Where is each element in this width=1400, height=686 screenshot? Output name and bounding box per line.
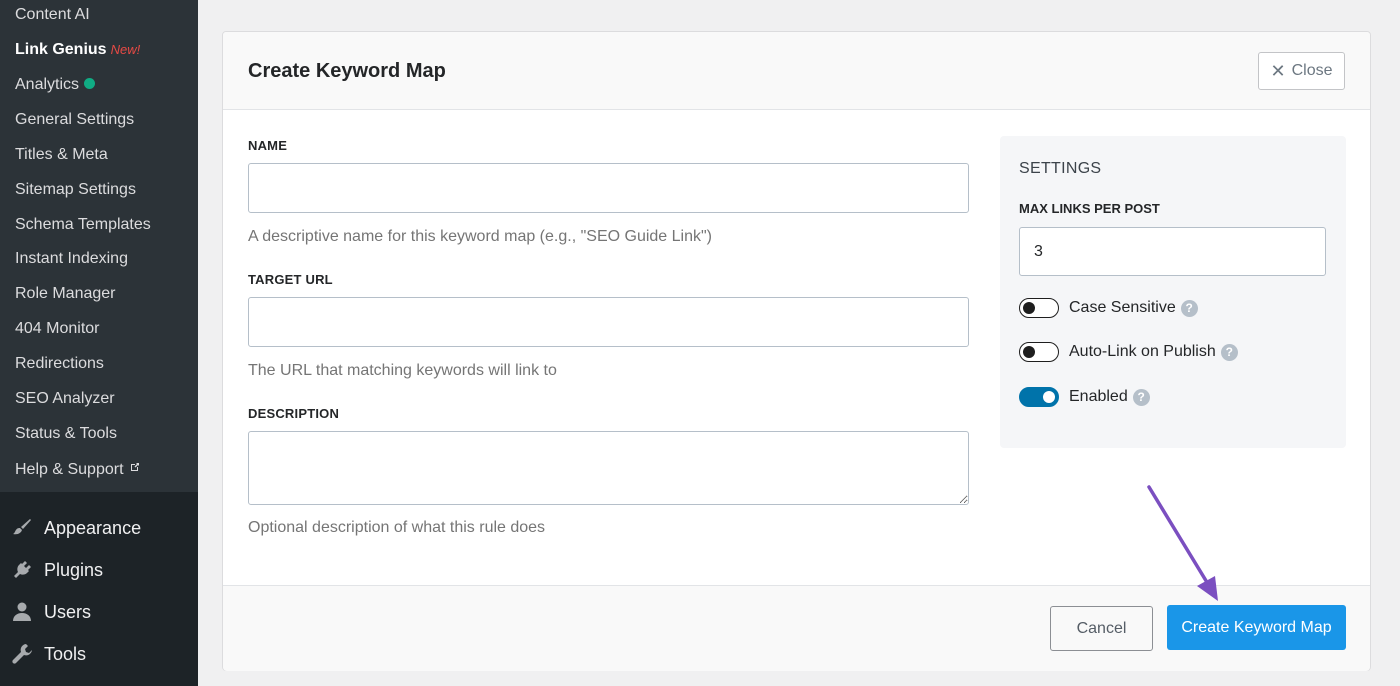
settings-title: SETTINGS — [1019, 160, 1102, 177]
auto-link-toggle[interactable] — [1019, 342, 1059, 362]
case-sensitive-row: Case Sensitive ? — [1019, 297, 1198, 319]
submenu-item-instant-indexing[interactable]: Instant Indexing — [15, 249, 128, 269]
submenu-item-redirections[interactable]: Redirections — [15, 354, 104, 374]
user-icon — [10, 600, 34, 624]
auto-link-label: Auto-Link on Publish — [1069, 343, 1216, 360]
submenu-item-help-support[interactable]: Help & Support — [15, 459, 141, 480]
menu-item-plugins[interactable]: Plugins — [0, 550, 198, 590]
toggle-knob — [1023, 346, 1035, 358]
auto-link-row: Auto-Link on Publish ? — [1019, 341, 1238, 363]
submenu-item-content-ai[interactable]: Content AI — [15, 5, 90, 25]
menu-item-appearance[interactable]: Appearance — [0, 508, 198, 548]
external-link-icon — [129, 459, 141, 479]
submenu-item-schema-templates[interactable]: Schema Templates — [15, 215, 151, 235]
description-label: DESCRIPTION — [248, 406, 340, 421]
case-sensitive-toggle[interactable] — [1019, 298, 1059, 318]
close-button[interactable]: ✕ Close — [1258, 52, 1345, 90]
menu-item-users[interactable]: Users — [0, 592, 198, 632]
help-icon[interactable]: ? — [1132, 388, 1150, 406]
help-icon[interactable]: ? — [1220, 343, 1238, 361]
cancel-button[interactable]: Cancel — [1050, 606, 1153, 651]
submenu-item-sitemap-settings[interactable]: Sitemap Settings — [15, 180, 136, 200]
close-icon: ✕ — [1270, 61, 1286, 81]
description-textarea[interactable] — [248, 431, 969, 505]
create-keyword-map-modal: Create Keyword Map ✕ Close NAME A descri… — [222, 31, 1371, 671]
submenu-item-titles-meta[interactable]: Titles & Meta — [15, 145, 108, 165]
max-links-input[interactable] — [1019, 227, 1326, 276]
enabled-label: Enabled — [1069, 388, 1128, 405]
modal-header: Create Keyword Map ✕ Close — [223, 32, 1370, 110]
enabled-row: Enabled ? — [1019, 386, 1150, 408]
plug-icon — [10, 558, 34, 582]
name-label: NAME — [248, 138, 288, 153]
toggle-knob — [1043, 391, 1055, 403]
submenu-item-seo-analyzer[interactable]: SEO Analyzer — [15, 389, 115, 409]
status-dot-icon — [84, 78, 96, 89]
target-url-label: TARGET URL — [248, 272, 333, 287]
modal-footer: Cancel Create Keyword Map — [223, 585, 1370, 671]
name-help-text: A descriptive name for this keyword map … — [248, 228, 712, 245]
create-keyword-map-button[interactable]: Create Keyword Map — [1167, 605, 1346, 650]
target-url-help-text: The URL that matching keywords will link… — [248, 362, 557, 379]
name-input[interactable] — [248, 163, 969, 213]
menu-item-tools[interactable]: Tools — [0, 634, 198, 674]
toggle-knob — [1023, 302, 1035, 314]
help-icon[interactable]: ? — [1180, 299, 1198, 317]
paintbrush-icon — [10, 516, 34, 540]
submenu-item-link-genius[interactable]: Link Genius New! — [15, 40, 140, 60]
settings-panel: SETTINGS MAX LINKS PER POST Case Sensiti… — [1000, 136, 1346, 448]
new-badge: New! — [110, 42, 141, 57]
submenu-item-analytics[interactable]: Analytics — [15, 75, 96, 95]
max-links-label: MAX LINKS PER POST — [1019, 201, 1160, 216]
admin-sidebar: Content AI Link Genius New! Analytics Gen… — [0, 0, 198, 686]
submenu-item-status-tools[interactable]: Status & Tools — [15, 424, 117, 444]
target-url-input[interactable] — [248, 297, 969, 347]
wrench-icon — [10, 642, 34, 666]
submenu-item-general-settings[interactable]: General Settings — [15, 110, 134, 130]
description-help-text: Optional description of what this rule d… — [248, 519, 546, 536]
rank-math-submenu: Content AI Link Genius New! Analytics Gen… — [0, 0, 198, 492]
enabled-toggle[interactable] — [1019, 387, 1059, 407]
submenu-item-role-manager[interactable]: Role Manager — [15, 284, 116, 304]
modal-title: Create Keyword Map — [248, 60, 446, 82]
case-sensitive-label: Case Sensitive — [1069, 299, 1176, 316]
submenu-item-404-monitor[interactable]: 404 Monitor — [15, 319, 100, 339]
